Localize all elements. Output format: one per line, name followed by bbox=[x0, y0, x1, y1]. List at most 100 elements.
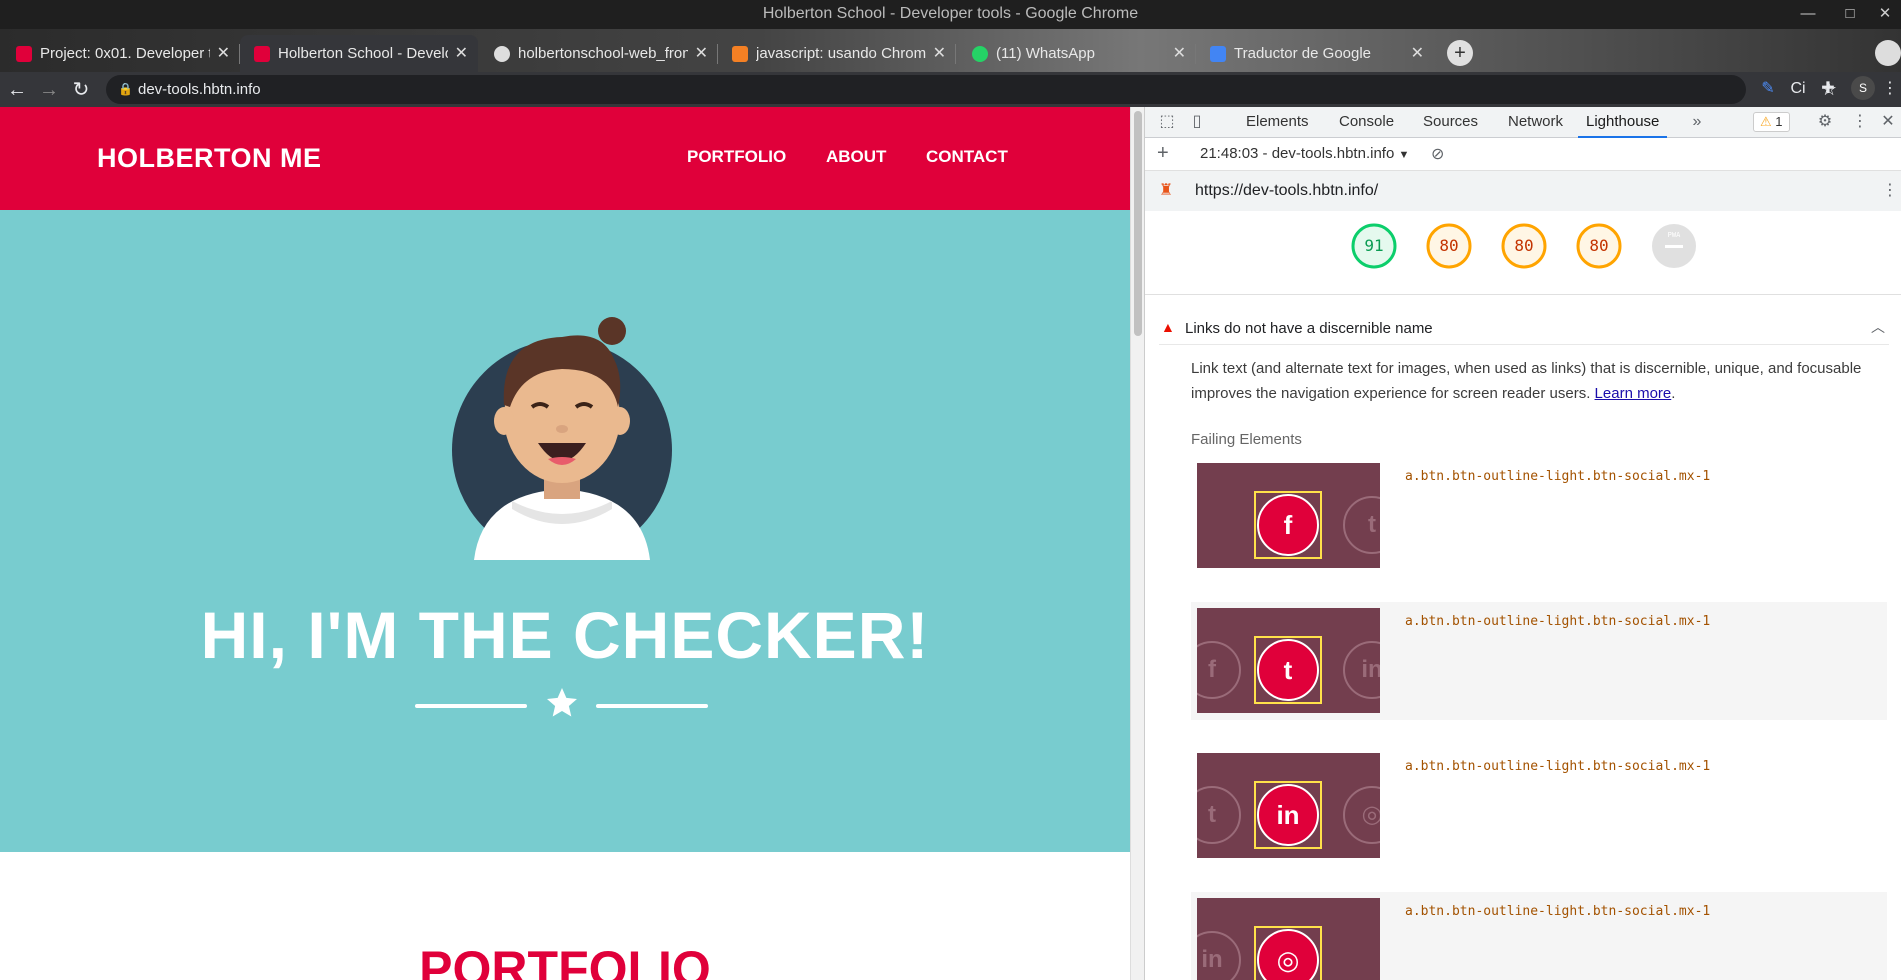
favicon-icon bbox=[254, 46, 270, 62]
tab-network[interactable]: Network bbox=[1508, 107, 1563, 138]
close-tab-icon[interactable]: ✕ bbox=[217, 35, 230, 72]
tab-sources[interactable]: Sources bbox=[1423, 107, 1478, 138]
extension-icon[interactable]: ✎ bbox=[1758, 79, 1778, 99]
score-gauge-best-practices[interactable]: 80 bbox=[1501, 223, 1547, 269]
element-selector: a.btn.btn-outline-light.btn-social.mx-1 bbox=[1405, 904, 1711, 919]
profile-avatar[interactable]: S bbox=[1851, 76, 1875, 100]
back-icon[interactable]: ← bbox=[4, 77, 30, 103]
warning-badge[interactable]: ⚠ 1 bbox=[1753, 112, 1790, 132]
audit-title: Links do not have a discernible name bbox=[1185, 320, 1433, 337]
tab-elements[interactable]: Elements bbox=[1246, 107, 1309, 138]
report-url: https://dev-tools.hbtn.info/ bbox=[1195, 182, 1379, 199]
device-toolbar-icon[interactable]: ▯ bbox=[1187, 112, 1207, 132]
score-value: 91 bbox=[1364, 236, 1384, 255]
browser-tab-active[interactable]: Holberton School - Develo ✕ bbox=[240, 35, 478, 72]
tab-search-button[interactable] bbox=[1875, 40, 1901, 66]
google-translate-icon bbox=[1210, 46, 1226, 62]
forward-icon[interactable]: → bbox=[36, 77, 62, 103]
devtools-panel: ⬚ ▯ Elements Console Sources Network Lig… bbox=[1144, 107, 1901, 980]
audit-description: Link text (and alternate text for images… bbox=[1191, 360, 1862, 402]
score-gauge-pwa[interactable]: PWA bbox=[1651, 223, 1697, 269]
failing-element-row[interactable]: f in t a.btn.btn-outline-light.btn-socia… bbox=[1191, 602, 1887, 720]
linkedin-icon: in bbox=[1343, 641, 1380, 699]
element-screenshot: f in t bbox=[1197, 608, 1380, 713]
menu-kebab-icon[interactable]: ⋮ bbox=[1880, 79, 1900, 99]
twitter-icon: t bbox=[1343, 496, 1380, 554]
favicon-icon bbox=[16, 46, 32, 62]
close-tab-icon[interactable]: ✕ bbox=[1411, 35, 1424, 72]
inspect-element-icon[interactable]: ⬚ bbox=[1157, 112, 1177, 132]
github-icon bbox=[494, 46, 510, 62]
score-gauges: 91 80 80 80 PWA bbox=[1145, 211, 1901, 295]
nav-link-portfolio[interactable]: PORTFOLIO bbox=[687, 147, 786, 167]
report-selector[interactable]: 21:48:03 - dev-tools.hbtn.info ▼ bbox=[1200, 145, 1409, 162]
settings-gear-icon[interactable]: ⚙ bbox=[1815, 112, 1835, 132]
whatsapp-icon bbox=[972, 46, 988, 62]
extension-icon[interactable]: Ci bbox=[1788, 79, 1808, 99]
close-window-icon[interactable]: ✕ bbox=[1865, 0, 1901, 29]
browser-tab[interactable]: Traductor de Google ✕ bbox=[1196, 35, 1434, 72]
maximize-icon[interactable]: □ bbox=[1830, 0, 1870, 29]
star-icon bbox=[547, 688, 577, 717]
tab-strip: Project: 0x01. Developer to ✕ Holberton … bbox=[0, 29, 1901, 72]
puzzle-extensions-icon[interactable]: ✚ bbox=[1818, 79, 1838, 99]
nav-link-contact[interactable]: CONTACT bbox=[926, 147, 1008, 167]
element-screenshot: in ◎ bbox=[1197, 898, 1380, 980]
minimize-icon[interactable]: — bbox=[1788, 0, 1828, 29]
failing-element-row[interactable]: t f a.btn.btn-outline-light.btn-social.m… bbox=[1191, 457, 1887, 575]
site-brand[interactable]: HOLBERTON ME bbox=[97, 143, 322, 174]
browser-tab[interactable]: holbertonschool-web_fron ✕ bbox=[480, 35, 718, 72]
close-tab-icon[interactable]: ✕ bbox=[695, 35, 708, 72]
facebook-icon: f bbox=[1197, 641, 1241, 699]
close-tab-icon[interactable]: ✕ bbox=[933, 35, 946, 72]
score-value: 80 bbox=[1439, 236, 1459, 255]
dribbble-icon: ◎ bbox=[1343, 786, 1380, 844]
score-gauge-accessibility[interactable]: 80 bbox=[1426, 223, 1472, 269]
address-bar[interactable]: 🔒 dev-tools.hbtn.info ☆ bbox=[106, 75, 1837, 104]
close-tab-icon[interactable]: ✕ bbox=[1173, 35, 1186, 72]
clear-reports-icon[interactable]: ⊘ bbox=[1431, 144, 1444, 164]
address-text: dev-tools.hbtn.info bbox=[138, 81, 261, 98]
report-menu-icon[interactable]: ⋮ bbox=[1882, 171, 1898, 211]
score-gauge-seo[interactable]: 80 bbox=[1576, 223, 1622, 269]
report-selector-label: 21:48:03 - dev-tools.hbtn.info bbox=[1200, 145, 1395, 162]
close-tab-icon[interactable]: ✕ bbox=[455, 35, 468, 72]
tab-label: (11) WhatsApp bbox=[996, 45, 1095, 62]
warning-icon: ⚠ bbox=[1760, 114, 1772, 129]
audit-description-text: Link text (and alternate text for images… bbox=[1191, 360, 1862, 402]
browser-tab[interactable]: Project: 0x01. Developer to ✕ bbox=[2, 35, 240, 72]
learn-more-link[interactable]: Learn more bbox=[1595, 385, 1672, 402]
reload-icon[interactable]: ↻ bbox=[68, 77, 94, 103]
score-value: 80 bbox=[1514, 236, 1534, 255]
tab-console[interactable]: Console bbox=[1339, 107, 1394, 138]
pwa-label: PWA bbox=[1667, 231, 1681, 239]
close-devtools-icon[interactable]: ✕ bbox=[1878, 112, 1898, 132]
score-gauge-performance[interactable]: 91 bbox=[1351, 223, 1397, 269]
tab-lighthouse[interactable]: Lighthouse bbox=[1578, 107, 1668, 138]
element-screenshot: t ◎ in bbox=[1197, 753, 1380, 858]
portfolio-heading: PORTFOLIO bbox=[419, 941, 711, 980]
scrollbar-thumb[interactable] bbox=[1134, 111, 1142, 336]
facebook-icon: f bbox=[1257, 494, 1319, 556]
warning-count: 1 bbox=[1775, 114, 1783, 129]
chevron-up-icon[interactable]: ︿ bbox=[1871, 317, 1885, 337]
audit-header[interactable]: ▲ Links do not have a discernible name ︿ bbox=[1159, 315, 1889, 345]
new-tab-button[interactable]: + bbox=[1447, 40, 1473, 66]
devtools-menu-icon[interactable]: ⋮ bbox=[1850, 112, 1870, 132]
browser-tab[interactable]: javascript: usando Chrom ✕ bbox=[718, 35, 956, 72]
browser-tab[interactable]: (11) WhatsApp ✕ bbox=[958, 35, 1196, 72]
twitter-icon: t bbox=[1257, 639, 1319, 701]
page-scrollbar[interactable] bbox=[1130, 107, 1144, 980]
linkedin-icon: in bbox=[1197, 931, 1241, 980]
nav-link-about[interactable]: ABOUT bbox=[826, 147, 886, 167]
more-tabs-icon[interactable]: » bbox=[1687, 112, 1707, 132]
fail-triangle-icon: ▲ bbox=[1161, 319, 1175, 335]
window-title-bar: Holberton School - Developer tools - Goo… bbox=[0, 0, 1901, 29]
lock-icon: 🔒 bbox=[118, 82, 133, 96]
tab-label: holbertonschool-web_fron bbox=[518, 45, 688, 62]
element-selector: a.btn.btn-outline-light.btn-social.mx-1 bbox=[1405, 759, 1711, 774]
failing-element-row[interactable]: in ◎ a.btn.btn-outline-light.btn-social.… bbox=[1191, 892, 1887, 980]
failing-element-row[interactable]: t ◎ in a.btn.btn-outline-light.btn-socia… bbox=[1191, 747, 1887, 865]
add-report-icon[interactable]: + bbox=[1157, 142, 1169, 165]
stackoverflow-icon bbox=[732, 46, 748, 62]
